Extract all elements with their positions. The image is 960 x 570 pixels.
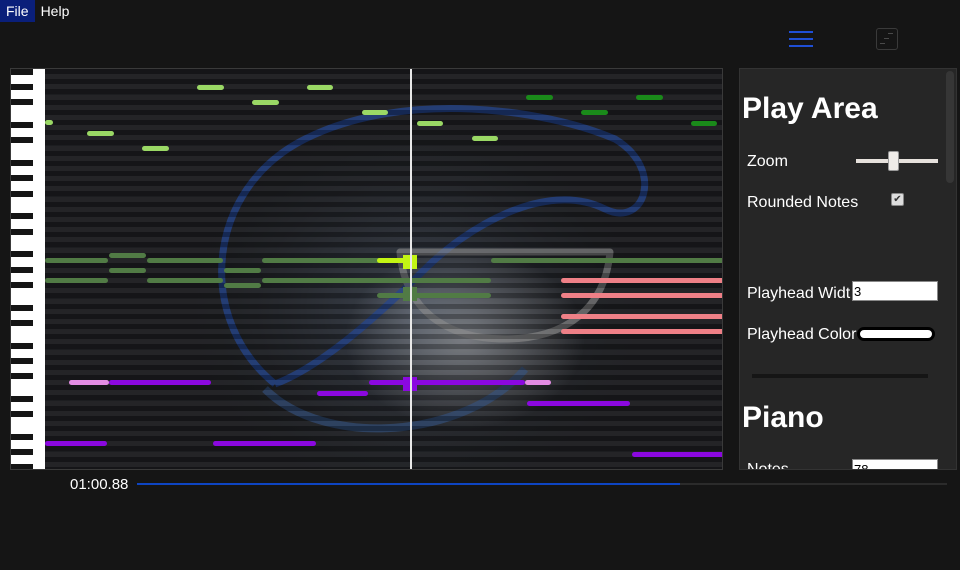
notes-label: Notes — [747, 461, 789, 470]
black-key[interactable] — [11, 99, 33, 106]
menu-help[interactable]: Help — [35, 0, 76, 22]
black-key[interactable] — [11, 228, 33, 235]
note[interactable] — [224, 283, 261, 288]
timeline: 01:00.88 — [0, 474, 960, 494]
black-key[interactable] — [11, 304, 33, 311]
black-key[interactable] — [11, 122, 33, 129]
black-key[interactable] — [11, 84, 33, 91]
note[interactable] — [252, 100, 279, 105]
rounded-notes-checkbox[interactable]: ✔ — [891, 193, 904, 206]
black-key[interactable] — [11, 464, 33, 469]
progress-track[interactable] — [137, 483, 947, 485]
note[interactable] — [109, 380, 211, 385]
black-key[interactable] — [11, 342, 33, 349]
note[interactable] — [147, 258, 223, 263]
play-area-heading: Play Area — [742, 92, 878, 125]
hamburger-menu-icon[interactable] — [789, 31, 813, 47]
black-key[interactable] — [11, 266, 33, 273]
progress-fill — [137, 483, 680, 485]
menu-bar: File Help — [0, 0, 75, 22]
black-key[interactable] — [11, 411, 33, 417]
black-key[interactable] — [11, 357, 33, 364]
note[interactable] — [561, 314, 722, 319]
note[interactable] — [369, 380, 525, 385]
rounded-notes-label: Rounded Notes — [747, 194, 859, 211]
note[interactable] — [362, 110, 388, 115]
note[interactable] — [581, 110, 608, 115]
note[interactable] — [109, 268, 146, 273]
note[interactable] — [307, 85, 333, 90]
note[interactable] — [417, 121, 443, 126]
note[interactable] — [45, 441, 107, 446]
note[interactable] — [109, 253, 146, 258]
black-key[interactable] — [11, 319, 33, 326]
note[interactable] — [525, 380, 551, 385]
playhead-width-label: Playhead Width — [747, 285, 851, 302]
note[interactable] — [45, 120, 53, 125]
note[interactable] — [142, 146, 169, 151]
note[interactable] — [636, 95, 663, 100]
settings-panel: Play Area Zoom Rounded Notes ✔ Playhead … — [739, 68, 957, 470]
black-key[interactable] — [11, 395, 33, 402]
section-divider — [752, 374, 928, 378]
black-key[interactable] — [11, 175, 33, 182]
black-key[interactable] — [11, 373, 33, 379]
note[interactable] — [527, 401, 630, 406]
note[interactable] — [691, 121, 717, 126]
note[interactable] — [561, 278, 722, 283]
menu-file[interactable]: File — [0, 0, 35, 22]
note[interactable] — [224, 268, 261, 273]
black-key[interactable] — [11, 251, 33, 258]
note[interactable] — [87, 131, 114, 136]
note[interactable] — [262, 278, 491, 283]
note[interactable] — [45, 278, 108, 283]
note[interactable] — [213, 441, 316, 446]
time-display: 01:00.88 — [70, 476, 129, 493]
panel-scrollbar[interactable] — [946, 71, 954, 183]
piano-keyboard — [11, 69, 45, 469]
note[interactable] — [526, 95, 553, 100]
black-key[interactable] — [11, 137, 33, 144]
playhead-width-input[interactable] — [852, 281, 938, 301]
black-key[interactable] — [11, 213, 33, 220]
note[interactable] — [69, 380, 109, 385]
note[interactable] — [45, 258, 108, 263]
playhead[interactable] — [409, 69, 412, 469]
play-area[interactable] — [10, 68, 723, 470]
note-lane — [45, 466, 722, 469]
piano-heading: Piano — [742, 401, 824, 434]
black-key[interactable] — [11, 190, 33, 197]
note[interactable] — [561, 329, 722, 334]
zoom-slider-thumb[interactable] — [888, 151, 899, 171]
note[interactable] — [147, 278, 223, 283]
black-key[interactable] — [11, 281, 33, 288]
black-key[interactable] — [11, 160, 33, 167]
note[interactable] — [491, 258, 722, 263]
layout-panel-icon[interactable] — [876, 28, 898, 50]
note-roll[interactable] — [45, 69, 722, 469]
note[interactable] — [197, 85, 224, 90]
note[interactable] — [317, 391, 368, 396]
black-key[interactable] — [11, 69, 33, 75]
zoom-label: Zoom — [747, 153, 788, 170]
notes-input[interactable] — [852, 459, 938, 469]
note[interactable] — [377, 293, 491, 298]
playhead-color-picker[interactable] — [857, 327, 935, 341]
note[interactable] — [632, 452, 722, 457]
note[interactable] — [472, 136, 498, 141]
note[interactable] — [561, 293, 722, 298]
black-key[interactable] — [11, 433, 33, 440]
playhead-color-label: Playhead Color — [747, 326, 857, 343]
black-key[interactable] — [11, 449, 33, 455]
